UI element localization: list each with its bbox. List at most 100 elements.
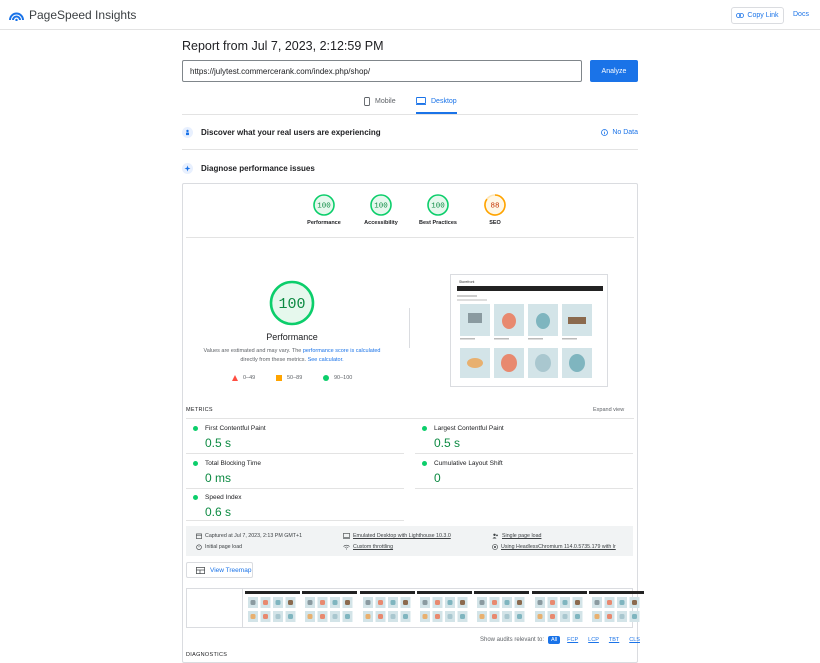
pass-dot-icon [193,461,198,466]
app-logo[interactable]: PageSpeed Insights [9,8,136,22]
metrics-divider [186,520,404,521]
analyze-button[interactable]: Analyze [590,60,638,82]
legend-fail: 0–49 [232,375,255,381]
filter-tbt[interactable]: TBT [606,636,622,644]
desktop-icon [343,533,350,539]
initial-load-info: Initial page load [196,544,242,550]
view-treemap-label: View Treemap [210,566,252,574]
metric-lcp: Largest Contentful Paint 0.5 s [422,425,504,450]
pass-dot-icon [422,461,427,466]
tab-mobile[interactable]: Mobile [364,97,396,113]
square-icon [276,375,282,381]
metrics-heading: METRICS [186,407,213,413]
metrics-divider [186,453,404,454]
metric-name: Total Blocking Time [205,460,261,467]
app-title: PageSpeed Insights [29,8,137,22]
note-text: directly from these metrics. [240,357,307,363]
legend-average: 50–89 [276,375,302,381]
performance-note: Values are estimated and may vary. The p… [196,347,388,365]
note-text: Values are estimated and may vary. The [203,348,302,354]
browser-info[interactable]: Using HeadlessChromium 114.0.5735.179 wi… [492,544,616,550]
performance-score: 100 [278,296,305,313]
score-gauge-seo[interactable]: 88 SEO [465,193,525,226]
score-label: Performance [307,220,341,226]
filmstrip-frame [302,591,358,627]
real-users-section[interactable]: Discover what your real users are experi… [182,127,638,138]
filter-fcp[interactable]: FCP [564,636,581,644]
score-gauge-best-practices[interactable]: 100 Best Practices [408,193,468,226]
metric-tbt: Total Blocking Time 0 ms [193,460,261,485]
run-info-box [186,526,633,556]
copy-link-button[interactable]: Copy Link [731,7,784,24]
top-bar: PageSpeed Insights Copy Link Docs [0,0,820,30]
filter-cls[interactable]: CLS [626,636,643,644]
pass-dot-icon [422,426,427,431]
legend-label: 50–89 [287,375,303,381]
people-icon [182,127,193,138]
chrome-icon [492,544,498,550]
tab-desktop[interactable]: Desktop [416,97,457,114]
metric-name: Largest Contentful Paint [434,425,504,432]
metric-value: 0 ms [205,471,232,485]
legend-label: 0–49 [243,375,256,381]
users-icon [492,533,498,539]
device-text: Emulated Desktop with Lighthouse 10.3.0 [353,533,451,539]
circle-icon [323,375,329,381]
score-gauge-accessibility[interactable]: 100 Accessibility [351,193,411,226]
calendar-icon [196,533,202,539]
throttling-info[interactable]: Custom throttling [343,544,393,550]
filmstrip-frame [531,591,587,627]
metric-value: 0.5 s [205,436,232,450]
device-info[interactable]: Emulated Desktop with Lighthouse 10.3.0 [343,533,451,539]
score-calculated-link[interactable]: performance score is calculated [303,348,381,354]
filmstrip-frame [588,591,644,627]
pass-dot-icon [193,495,198,500]
url-input[interactable] [182,60,582,82]
diagnose-section[interactable]: Diagnose performance issues [182,163,638,174]
filmstrip-frame [416,591,472,627]
no-data-status: No Data [601,129,638,136]
session-info[interactable]: Single page load [492,533,541,539]
gauges-divider [186,237,634,238]
metrics-divider [186,418,634,419]
score-value: 100 [317,203,331,211]
metrics-divider [415,488,633,489]
metric-value: 0 [434,471,441,485]
expand-view-toggle[interactable]: Expand view [593,407,624,413]
final-screenshot: Storefront [450,274,608,387]
diagnose-label: Diagnose performance issues [201,164,315,173]
pagespeed-icon [9,12,24,21]
filter-all[interactable]: All [548,636,561,644]
throttling-text: Custom throttling [353,544,394,550]
tabs-divider [182,114,638,115]
score-gauge-performance[interactable]: 100 Performance [294,193,354,226]
score-value: 88 [490,203,499,211]
no-data-label: No Data [612,129,638,136]
info-icon [601,129,609,136]
legend-pass: 90–100 [323,375,352,381]
tab-desktop-label: Desktop [431,97,457,105]
metric-cls: Cumulative Layout Shift 0 [422,460,503,485]
docs-link[interactable]: Docs [793,11,809,18]
filmstrip-frame [245,591,300,627]
wifi-icon [343,544,350,550]
gauge-ring: 100 [313,194,335,216]
see-calculator-link[interactable]: See calculator. [308,357,344,363]
performance-title: Performance [266,332,318,342]
metric-name: Cumulative Layout Shift [434,460,503,467]
link-icon [736,13,745,18]
score-value: 100 [374,203,388,211]
section-divider [182,149,638,150]
page-preview: Storefront [457,280,603,378]
vertical-divider [409,308,410,348]
metric-value: 0.5 s [434,436,461,450]
filter-lcp[interactable]: LCP [585,636,602,644]
diagnostics-heading: DIAGNOSTICS [186,652,228,658]
copy-link-label: Copy Link [747,12,779,19]
metric-speed-index: Speed Index 0.6 s [193,494,242,519]
gauge-ring: 100 [370,194,392,216]
score-label: SEO [489,220,501,226]
report-title: Report from Jul 7, 2023, 2:12:59 PM [182,39,384,53]
view-treemap-button[interactable]: View Treemap [186,562,253,578]
initial-text: Initial page load [205,544,243,550]
